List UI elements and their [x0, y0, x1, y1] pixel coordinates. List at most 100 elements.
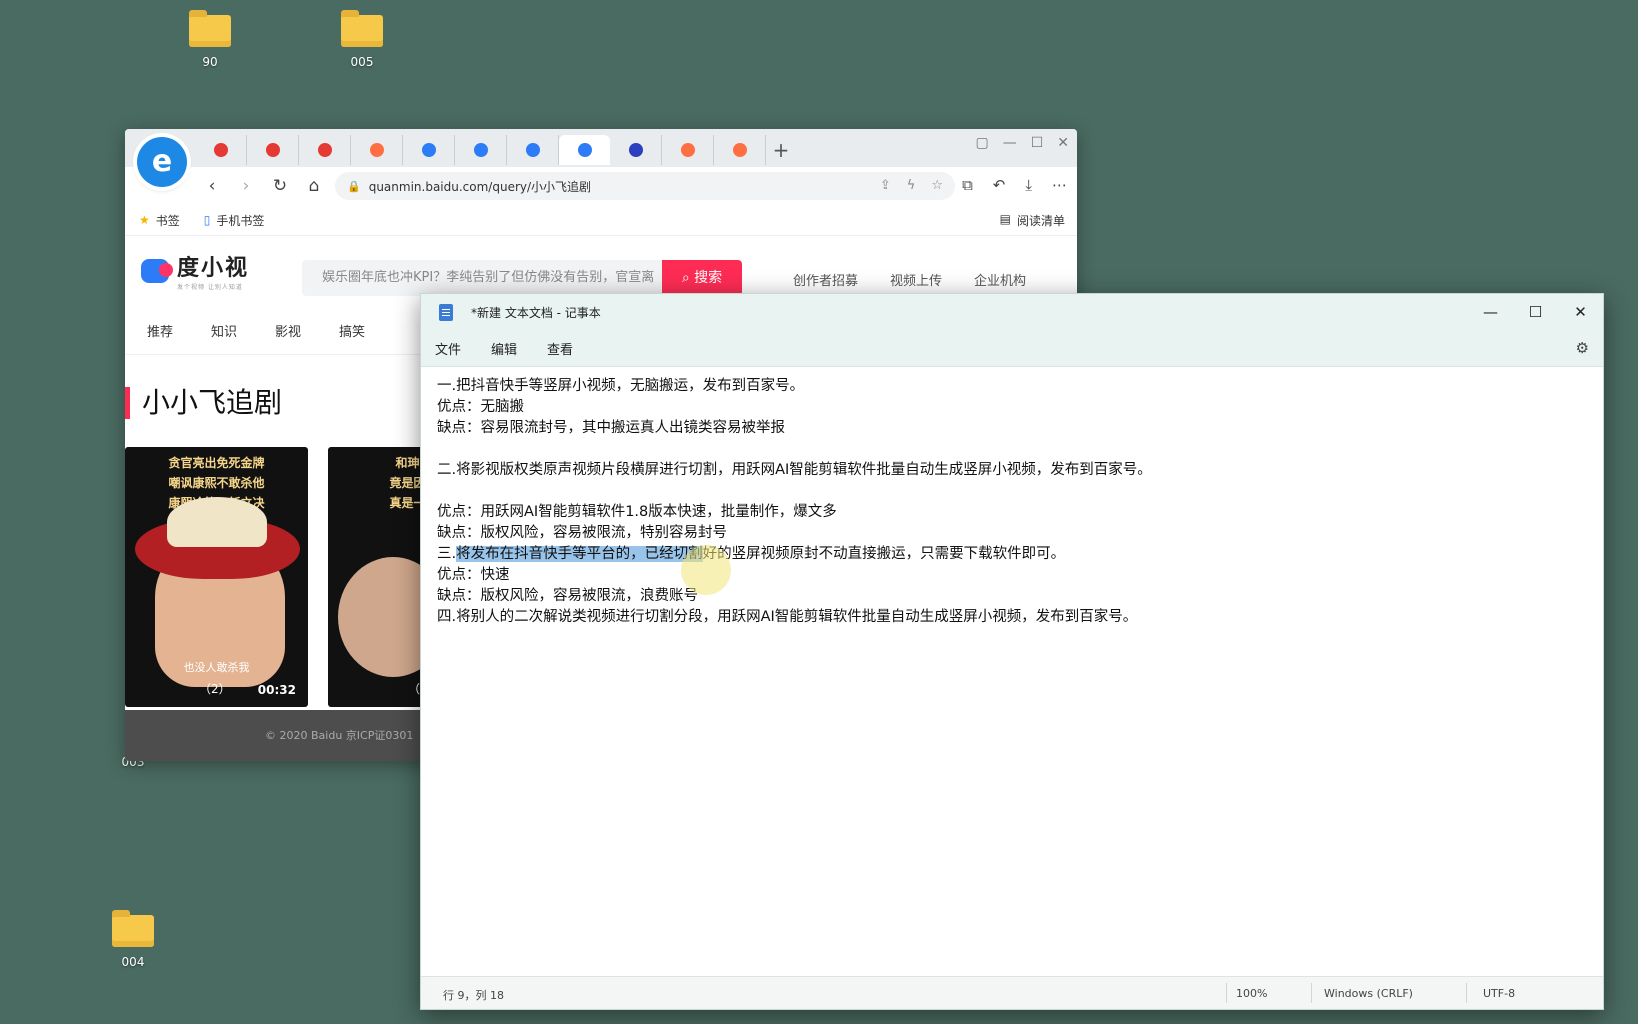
browser-tab[interactable] — [714, 135, 766, 165]
browser-tab[interactable] — [507, 135, 559, 165]
text-prefix: 三. — [437, 546, 457, 562]
text-line: 缺点：容易限流封号，其中搬运真人出镜类容易被举报 — [437, 420, 785, 436]
desktop-folder-label: 90 — [202, 55, 218, 69]
reload-icon[interactable]: ↻ — [263, 176, 297, 196]
bookmark-item[interactable]: ★ 书签 — [139, 212, 180, 229]
star-icon: ★ — [139, 213, 150, 227]
browser-tab[interactable] — [195, 135, 247, 165]
cursor-highlight — [681, 545, 731, 595]
logo-text: 度小视 — [177, 256, 250, 281]
status-line-ending: Windows (CRLF) — [1324, 987, 1413, 1000]
logo-icon — [141, 258, 173, 283]
tab-favicon-icon — [628, 143, 643, 157]
text-line: 缺点：版权风险，容易被限流，浪费账号 — [437, 588, 698, 604]
browser-tab[interactable] — [403, 135, 455, 165]
status-divider — [1226, 983, 1227, 1003]
text-line: 优点：用跃网AI智能剪辑软件1.8版本快速，批量制作，爆文多 — [437, 504, 837, 520]
browser-tab[interactable] — [559, 135, 610, 165]
thumbnail-episode: （2） — [199, 682, 231, 696]
reading-list-label: 阅读清单 — [1016, 214, 1065, 228]
notepad-titlebar: *新建 文本文档 - 记事本 — ☐ ✕ — [421, 294, 1603, 330]
tab-favicon-icon — [369, 143, 384, 157]
download-icon[interactable]: ⤓ — [1025, 176, 1032, 194]
lock-icon: 🔒 — [347, 179, 361, 193]
desktop-folder-90[interactable]: 90 — [175, 10, 245, 69]
search-button-label: 搜索 — [694, 270, 723, 286]
browser-tab[interactable] — [299, 135, 351, 165]
extensions-icon[interactable]: ⧉ — [962, 176, 973, 194]
flash-icon[interactable]: ϟ — [907, 178, 916, 193]
tab-favicon-icon — [680, 143, 695, 157]
text-line: 一.把抖音快手等竖屏小视频，无脑搬运，发布到百家号。 — [437, 378, 805, 394]
browser-tab[interactable] — [662, 135, 714, 165]
back-icon[interactable]: ‹ — [195, 176, 229, 196]
forward-icon[interactable]: › — [229, 176, 263, 196]
text-editor[interactable]: 一.把抖音快手等竖屏小视频，无脑搬运，发布到百家号。 优点：无脑搬 缺点：容易限… — [421, 374, 1603, 977]
browser-tab[interactable] — [247, 135, 299, 165]
bookmark-item[interactable]: ▯ 手机书签 — [204, 212, 265, 229]
menu-edit[interactable]: 编辑 — [491, 339, 533, 358]
desktop-folder-004[interactable]: 004 — [98, 910, 168, 969]
browser-tab[interactable] — [351, 135, 403, 165]
menu-bar: 文件 编辑 查看 ⚙ — [421, 330, 1603, 367]
menu-view[interactable]: 查看 — [547, 339, 589, 358]
video-thumbnail[interactable]: 贪官亮出免死金牌 嘲讽康熙不敢杀他 康熙冷笑：斩立决 也没人敢杀我 （2） 00… — [125, 447, 308, 707]
reading-list[interactable]: ▤ 阅读清单 — [1000, 212, 1065, 229]
caption-line: 嘲讽康熙不敢杀他 — [168, 476, 265, 490]
close-icon[interactable]: ✕ — [1057, 135, 1069, 151]
text-line: 缺点：版权风险，容易被限流，特别容易封号 — [437, 525, 727, 541]
status-divider — [1311, 983, 1312, 1003]
desktop-folder-005[interactable]: 005 — [327, 10, 397, 69]
folder-icon — [341, 10, 383, 47]
share-icon[interactable]: ⇪ — [880, 178, 891, 193]
settings-gear-icon[interactable]: ⚙ — [1576, 339, 1589, 357]
nav-item[interactable]: 搞笑 — [339, 321, 365, 340]
text-rest: 好的竖屏视频原封不动直接搬运，只需要下载软件即可。 — [702, 546, 1066, 562]
desktop-folder-label: 005 — [350, 55, 374, 69]
tab-list-icon[interactable]: ▢ — [975, 135, 988, 151]
logo-subtitle: 发个视频 让别人知道 — [177, 284, 243, 291]
phone-icon: ▯ — [203, 213, 211, 227]
status-encoding: UTF-8 — [1483, 987, 1516, 1000]
header-link[interactable]: 企业机构 — [974, 270, 1026, 289]
search-button[interactable]: ⌕ 搜索 — [662, 260, 742, 296]
header-links: 创作者招募 视频上传 企业机构 — [793, 270, 1026, 289]
browser-tab[interactable] — [455, 135, 507, 165]
new-tab-icon[interactable]: + — [766, 138, 796, 162]
status-divider — [1466, 983, 1467, 1003]
text-line: 优点：无脑搬 — [437, 399, 524, 415]
header-link[interactable]: 视频上传 — [890, 270, 942, 289]
maximize-icon[interactable]: ☐ — [1031, 135, 1044, 151]
caption-line: 贪官亮出免死金牌 — [168, 456, 265, 470]
browser-tab[interactable] — [610, 135, 662, 165]
more-icon[interactable]: ⋯ — [1052, 176, 1067, 194]
tab-list: + — [195, 135, 796, 165]
tab-favicon-icon — [265, 143, 280, 157]
close-button[interactable]: ✕ — [1558, 294, 1603, 330]
address-bar[interactable]: 🔒 quanmin.baidu.com/query/小小飞追剧 ⇪ ϟ ☆ — [335, 172, 955, 200]
minimize-button[interactable]: — — [1468, 294, 1513, 330]
thumbnail-image — [167, 497, 267, 547]
section-title: 小小飞追剧 — [125, 387, 282, 419]
site-logo[interactable]: 度小视 发个视频 让别人知道 — [141, 250, 249, 291]
thumbnail-duration: 00:32 — [257, 683, 296, 697]
tab-favicon-icon — [525, 143, 540, 157]
minimize-icon[interactable]: — — [1003, 135, 1017, 151]
tab-favicon-icon — [213, 143, 228, 157]
browser-logo-icon[interactable]: e — [137, 137, 187, 187]
menu-file[interactable]: 文件 — [435, 339, 477, 358]
folder-icon — [112, 910, 154, 947]
maximize-button[interactable]: ☐ — [1513, 294, 1558, 330]
undo-icon[interactable]: ↶ — [993, 176, 1006, 194]
nav-item[interactable]: 影视 — [275, 321, 301, 340]
search-input[interactable]: 娱乐圈年底也冲KPI？李纯告别了但仿佛没有告别，官宣离 — [302, 260, 662, 296]
star-icon[interactable]: ☆ — [931, 178, 943, 193]
header-link[interactable]: 创作者招募 — [793, 270, 858, 289]
text-line: 二.将影视版权类原声视频片段横屏进行切割，用跃网AI智能剪辑软件批量自动生成竖屏… — [437, 462, 1152, 478]
nav-item[interactable]: 推荐 — [147, 321, 173, 340]
home-icon[interactable]: ⌂ — [297, 176, 331, 196]
nav-item[interactable]: 知识 — [211, 321, 237, 340]
text-line — [437, 439, 1587, 460]
search-icon: ⌕ — [681, 270, 690, 286]
folder-icon — [189, 10, 231, 47]
